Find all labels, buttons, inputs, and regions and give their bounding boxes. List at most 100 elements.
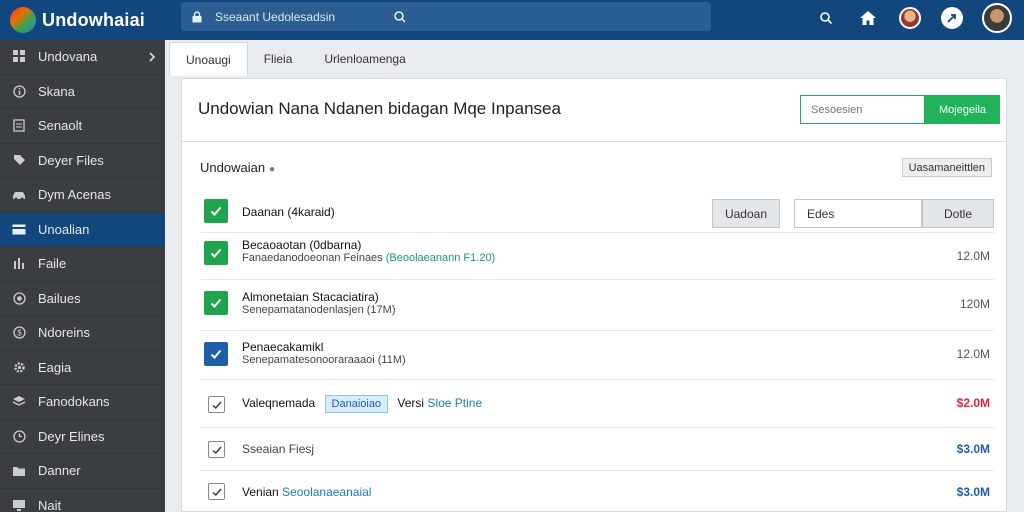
- item-amount: 12.0M: [956, 347, 990, 361]
- list-item: Sseaian Fiesj $3.0M: [200, 429, 994, 471]
- list-item: Penaecakamikl Senepamatesonooraraaaoi (1…: [200, 332, 994, 380]
- checkbox-outline[interactable]: [208, 483, 225, 500]
- sidebar-item-nait[interactable]: Nait: [0, 489, 165, 512]
- status-badge: Danaioiao: [324, 395, 389, 413]
- profile-avatar[interactable]: [980, 1, 1014, 35]
- item-title: Becaoaotan (0dbarna): [242, 238, 362, 252]
- bars-icon: [12, 257, 26, 271]
- logo-icon: [10, 7, 36, 33]
- tab-urlenloamenga[interactable]: Urlenloamenga: [308, 42, 421, 76]
- search-input[interactable]: [215, 9, 385, 24]
- monitor-icon: [12, 498, 26, 512]
- check-icon: [212, 401, 222, 409]
- coin-icon: $: [12, 326, 26, 340]
- item-title: Sseaian Fiesj: [242, 442, 315, 456]
- gear-icon: [12, 360, 26, 374]
- sidebar-item-label: Bailues: [38, 290, 81, 306]
- sidebar-item-skana[interactable]: Skana: [0, 75, 165, 109]
- sidebar-item-label: Faile: [38, 256, 67, 272]
- check-icon: [212, 488, 222, 496]
- header-search-input[interactable]: [800, 95, 925, 124]
- search-bar: [181, 2, 711, 31]
- check-icon: [210, 349, 222, 359]
- checkbox-outline[interactable]: [208, 396, 225, 413]
- section-title-text: Undowaian: [200, 160, 266, 175]
- tab-bar: Unoaugi Flieia Urlenloamenga: [165, 40, 1024, 76]
- sidebar-item-faile[interactable]: Faile: [0, 247, 165, 282]
- list-item: Venian Seoolanaeanaial $3.0M: [200, 472, 994, 512]
- item-subtitle-accent: (Beoolaeanann F1.20): [385, 252, 496, 264]
- item-link[interactable]: Sloe Ptine: [427, 396, 482, 410]
- sidebar-item-undovana[interactable]: Undovana: [0, 40, 165, 75]
- section-marker: ●: [269, 164, 276, 175]
- sidebar-item-eagia[interactable]: Eagia: [0, 351, 165, 385]
- sidebar-item-label: Eagia: [38, 359, 72, 375]
- sidebar-item-bailues[interactable]: Bailues: [0, 282, 165, 316]
- item-mid-text: Versi: [397, 396, 425, 410]
- tab-unoaugi[interactable]: Unoaugi: [169, 42, 248, 76]
- sidebar-item-label: Dym Acenas: [38, 187, 111, 203]
- item-title-text: Valeqnemada: [242, 396, 316, 410]
- clock-icon: [12, 429, 26, 443]
- item-subtitle: Senepamatesonooraraaaoi (11M): [242, 354, 406, 366]
- header-action-button[interactable]: Mojegeila: [925, 95, 1000, 124]
- checkbox-checked[interactable]: [204, 342, 228, 366]
- item-title: Valeqnemada Danaioiao Versi Sloe Ptine: [242, 395, 482, 413]
- checkbox-outline[interactable]: [208, 441, 225, 458]
- square-icon: [12, 119, 26, 133]
- top-bar: Undowhaiai: [0, 0, 1024, 40]
- sidebar-item-dym-acenas[interactable]: Dym Acenas: [0, 178, 165, 213]
- info-icon: [12, 84, 26, 98]
- sidebar-item-label: Ndoreins: [38, 325, 91, 341]
- sidebar-item-fanodokans[interactable]: Fanodokans: [0, 385, 165, 420]
- check-icon: [210, 298, 222, 308]
- sidebar: Undovana Skana Senaolt Deyer Files Dym A…: [0, 40, 165, 512]
- grid-icon: [12, 50, 26, 64]
- item-subtitle: Senepamatanodenlasjen (17M): [242, 304, 396, 316]
- item-amount: 12.0M: [956, 249, 990, 263]
- stack-icon: [12, 395, 26, 409]
- row-primary-button[interactable]: Dotle: [922, 199, 994, 228]
- item-amount: $3.0M: [956, 442, 990, 456]
- sidebar-item-danner[interactable]: Danner: [0, 454, 165, 489]
- main-content: Unoaugi Flieia Urlenloamenga Undowian Na…: [165, 40, 1024, 512]
- share-icon[interactable]: [938, 4, 966, 32]
- app-title: Undowhaiai: [42, 9, 146, 30]
- search-submit-icon[interactable]: [393, 10, 407, 24]
- sidebar-item-label: Fanodokans: [38, 394, 110, 410]
- item-subtitle: Fanaedanodoeonan Feinaes (Beoolaeanann F…: [242, 252, 495, 264]
- user-avatar[interactable]: [896, 4, 924, 32]
- tab-flieia[interactable]: Flieia: [248, 42, 309, 76]
- tag-icon: [12, 153, 26, 167]
- app-logo[interactable]: Undowhaiai: [10, 7, 175, 33]
- checkbox-checked[interactable]: [204, 199, 228, 223]
- section-action-button[interactable]: Uasamaneittlen: [901, 158, 992, 177]
- row-secondary-button[interactable]: Uadoan: [712, 199, 780, 228]
- circle-icon: [12, 291, 26, 305]
- sidebar-item-label: Danner: [38, 463, 81, 479]
- row-controls: Uadoan Dotle: [200, 199, 994, 228]
- card-icon: [12, 222, 26, 236]
- sidebar-item-deyr-elines[interactable]: Deyr Elines: [0, 420, 165, 454]
- sidebar-item-unoalian[interactable]: Unoalian: [0, 212, 165, 247]
- sidebar-item-senaolt[interactable]: Senaolt: [0, 109, 165, 144]
- sidebar-item-label: Unoalian: [38, 221, 90, 237]
- check-icon: [210, 248, 222, 258]
- list-item: Becaoaotan (0dbarna) Fanaedanodoeonan Fe…: [200, 234, 994, 280]
- sidebar-item-ndoreins[interactable]: $ Ndoreins: [0, 316, 165, 351]
- item-link[interactable]: Seoolanaeanaial: [282, 485, 371, 499]
- row-input[interactable]: [794, 199, 922, 228]
- checkbox-checked[interactable]: [204, 291, 228, 315]
- sidebar-item-label: Senaolt: [38, 118, 83, 134]
- list-item: Daanan (4karaid) Uadoan Dotle: [200, 193, 994, 233]
- svg-text:$: $: [17, 329, 22, 338]
- sidebar-item-label: Deyr Elines: [38, 428, 105, 444]
- checkbox-checked[interactable]: [204, 241, 228, 265]
- item-amount: $2.0M: [956, 396, 990, 410]
- search-icon[interactable]: [812, 4, 840, 32]
- sidebar-item-deyer-files[interactable]: Deyer Files: [0, 144, 165, 178]
- item-title: Penaecakamikl: [242, 340, 324, 354]
- top-icons: [812, 0, 1014, 36]
- home-icon[interactable]: [854, 4, 882, 32]
- folder-icon: [12, 464, 26, 478]
